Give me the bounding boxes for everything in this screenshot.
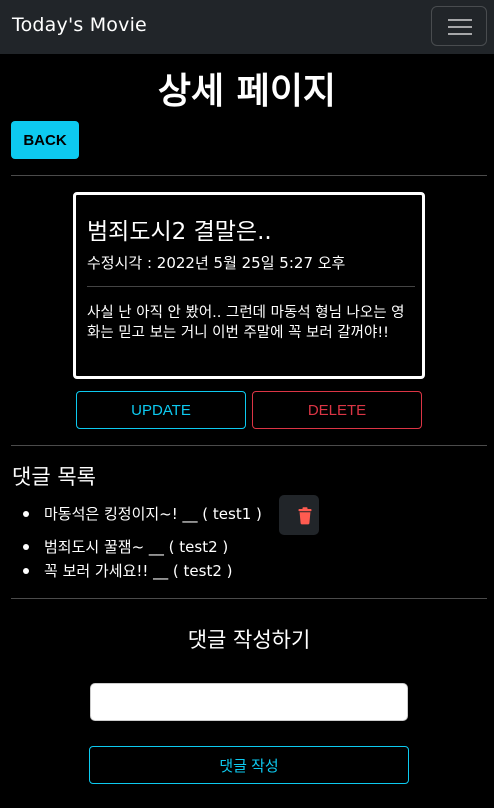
post-title: 범죄도시2 결말은.. [87, 219, 272, 245]
divider [11, 598, 487, 599]
post-card: 범죄도시2 결말은.. 수정시각 : 2022년 5월 25일 5:27 오후 … [73, 192, 425, 379]
navbar-toggler-button[interactable] [431, 6, 487, 46]
back-button[interactable]: BACK [11, 121, 79, 159]
list-bullet [23, 511, 29, 517]
comment-item: 꼭 보러 가세요!! __ ( test2 ) [44, 562, 233, 580]
list-bullet [23, 568, 29, 574]
divider [11, 445, 487, 446]
list-bullet [23, 544, 29, 550]
page-title: 상세 페이지 [157, 70, 337, 112]
submit-comment-button[interactable]: 댓글 작성 [89, 746, 409, 784]
post-body: 사실 난 아직 안 봤어.. 그런데 마동석 형님 나오는 영화는 믿고 보는 … [87, 305, 405, 341]
post-modified-time: 수정시각 : 2022년 5월 25일 5:27 오후 [87, 254, 346, 272]
comment-item: 마동석은 킹정이지~! __ ( test1 ) [44, 505, 262, 523]
update-button[interactable]: UPDATE [76, 391, 246, 429]
comment-input[interactable] [90, 683, 408, 721]
card-divider [87, 286, 415, 287]
trash-icon [285, 507, 325, 539]
comment-item: 범죄도시 꿀잼~ __ ( test2 ) [44, 538, 229, 556]
comments-heading: 댓글 목록 [12, 465, 96, 489]
navbar-brand[interactable]: Today's Movie [12, 14, 147, 36]
divider [11, 175, 487, 176]
navbar: Today's Movie [0, 0, 494, 54]
write-comment-heading: 댓글 작성하기 [187, 628, 311, 652]
delete-button[interactable]: DELETE [252, 391, 422, 429]
delete-comment-button[interactable] [279, 495, 319, 535]
